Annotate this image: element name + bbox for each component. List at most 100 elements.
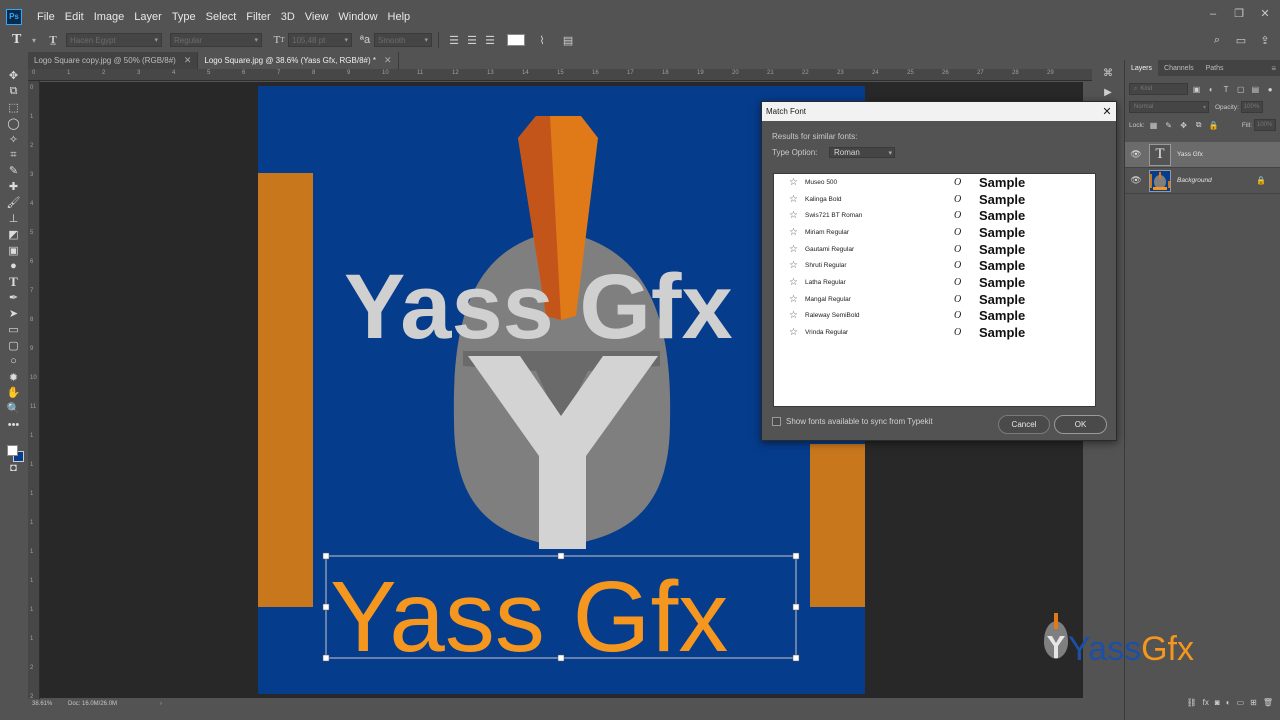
font-row[interactable]: ☆ Museo 500 O Sample (774, 174, 1095, 191)
lasso-tool-icon[interactable]: ◯ (4, 116, 24, 132)
font-row[interactable]: ☆ Gautami Regular O Sample (774, 241, 1095, 258)
close-window-icon[interactable]: ✕ (1258, 8, 1272, 20)
typekit-sync-checkbox[interactable] (772, 417, 781, 426)
chevron-right-icon[interactable]: › (160, 701, 162, 707)
menu-view[interactable]: View (300, 11, 334, 23)
eye-icon[interactable]: 👁 (1129, 175, 1143, 186)
font-row[interactable]: ☆ Kalinga Bold O Sample (774, 191, 1095, 208)
add-mask-icon[interactable]: ◙ (1215, 698, 1220, 707)
font-row[interactable]: ☆ Mangal Regular O Sample (774, 291, 1095, 308)
lock-pixels-icon[interactable]: ✎ (1163, 119, 1175, 131)
text-color-swatch[interactable] (507, 34, 526, 46)
font-style-select[interactable]: Regular ▾ (170, 33, 263, 47)
menu-filter[interactable]: Filter (241, 11, 275, 23)
new-group-icon[interactable]: ▭ (1237, 698, 1245, 707)
kind-filter-select[interactable]: ⌕ Kind (1129, 83, 1188, 95)
more-tools-icon[interactable]: ••• (4, 417, 24, 433)
star-icon[interactable]: ☆ (789, 277, 799, 288)
color-swatches[interactable] (3, 437, 25, 462)
marquee-tool-icon[interactable]: ⬚ (4, 100, 24, 116)
star-icon[interactable]: ☆ (789, 294, 799, 305)
character-panel-icon[interactable]: ▤ (559, 32, 577, 48)
quick-mask-icon[interactable]: ◘ (4, 460, 24, 476)
foreground-color[interactable] (6, 444, 18, 456)
lock-artboard-icon[interactable]: ⧉ (1193, 119, 1205, 131)
toggle-text-orientation-icon[interactable]: T̲ (44, 32, 62, 48)
menu-select[interactable]: Select (201, 11, 242, 23)
ok-button[interactable]: OK (1054, 415, 1107, 434)
menu-3d[interactable]: 3D (276, 11, 300, 23)
font-row[interactable]: ☆ Shruti Regular O Sample (774, 258, 1095, 275)
zoom-tool-icon[interactable]: 🔍 (4, 401, 24, 417)
blend-mode-select[interactable]: Normal ▾ (1129, 101, 1209, 113)
layer-style-icon[interactable]: fx (1203, 698, 1209, 707)
tab-layers[interactable]: Layers (1125, 60, 1159, 76)
tab-paths[interactable]: Paths (1200, 60, 1230, 76)
star-icon[interactable]: ☆ (789, 177, 799, 188)
actions-play-icon[interactable]: ▶ (1104, 87, 1112, 98)
font-family-select[interactable]: Hacen Egypt ▾ (66, 33, 163, 47)
lock-position-icon[interactable]: ✥ (1178, 119, 1190, 131)
font-row[interactable]: ☆ Swis721 BT Roman O Sample (774, 207, 1095, 224)
filter-smart-icon[interactable]: ▤ (1250, 83, 1262, 95)
filter-pixel-icon[interactable]: ▣ (1191, 83, 1203, 95)
filter-adjustment-icon[interactable]: ◐ (1205, 83, 1217, 95)
crop-tool-icon[interactable]: ⌗ (4, 147, 24, 163)
ruler-vertical[interactable]: 0 1 2 3 4 5 6 7 8 9 10 11 1 1 1 1 1 1 1 1 2 2 (28, 81, 40, 699)
tab-logo-square-copy[interactable]: Logo Square copy.jpg @ 50% (RGB/8#) ✕ (28, 52, 199, 69)
antialias-select[interactable]: Smooth ▾ (374, 33, 433, 47)
menu-type[interactable]: Type (167, 11, 201, 23)
star-icon[interactable]: ☆ (789, 310, 799, 321)
font-size-select[interactable]: 105.48 pt ▾ (288, 33, 353, 47)
restore-icon[interactable]: ❐ (1232, 8, 1246, 20)
cancel-button[interactable]: Cancel (998, 415, 1050, 434)
type-tool-icon[interactable]: T (4, 274, 24, 290)
layer-name[interactable]: Yass Gfx (1177, 151, 1276, 158)
eye-icon[interactable]: 👁 (1129, 149, 1143, 160)
tab-channels[interactable]: Channels (1158, 60, 1200, 76)
star-icon[interactable]: ☆ (789, 194, 799, 205)
history-icon[interactable]: ⌘ (1103, 68, 1113, 79)
gradient-tool-icon[interactable]: ▣ (4, 242, 24, 258)
rectangle-tool-icon[interactable]: ▭ (4, 322, 24, 338)
fill-input[interactable]: 100% (1254, 119, 1276, 131)
filter-shape-icon[interactable]: ▢ (1235, 83, 1247, 95)
new-layer-icon[interactable]: ⊞ (1250, 698, 1257, 707)
zoom-level[interactable]: 38.61% (28, 701, 68, 707)
star-icon[interactable]: ☆ (789, 244, 799, 255)
font-row[interactable]: ☆ Latha Regular O Sample (774, 274, 1095, 291)
chevron-down-icon[interactable]: ▾ (32, 36, 36, 45)
star-icon[interactable]: ☆ (789, 227, 799, 238)
minimize-icon[interactable]: – (1206, 8, 1220, 20)
close-tab-icon[interactable]: ✕ (184, 55, 192, 66)
font-row[interactable]: ☆ Raleway SemiBold O Sample (774, 308, 1095, 325)
star-icon[interactable]: ☆ (789, 327, 799, 338)
filter-type-icon[interactable]: T (1220, 83, 1232, 95)
menu-help[interactable]: Help (383, 11, 416, 23)
lock-transparency-icon[interactable]: ▦ (1148, 119, 1160, 131)
custom-shape-icon[interactable]: ✹ (4, 369, 24, 385)
brush-tool-icon[interactable]: 🖌 (4, 195, 24, 211)
similar-fonts-list[interactable]: ☆ Museo 500 O Sample ☆ Kalinga Bold O Sa… (773, 173, 1096, 407)
layer-name[interactable]: Background (1177, 177, 1256, 184)
adjustment-layer-icon[interactable]: ◐ (1226, 698, 1231, 707)
align-center-icon[interactable]: ☰ (463, 32, 481, 48)
pen-tool-icon[interactable]: ✒ (4, 290, 24, 306)
rounded-rect-tool-icon[interactable]: ▢ (4, 338, 24, 354)
search-icon[interactable]: ⌕ (1208, 32, 1226, 48)
menu-layer[interactable]: Layer (129, 11, 167, 23)
close-tab-icon[interactable]: ✕ (384, 55, 392, 66)
warp-text-icon[interactable]: ⌇ (533, 32, 551, 48)
typekit-sync-option[interactable]: Show fonts available to sync from Typeki… (772, 417, 933, 426)
tab-logo-square[interactable]: Logo Square.jpg @ 38.6% (Yass Gfx, RGB/8… (198, 52, 399, 69)
stamp-tool-icon[interactable]: ⊥ (4, 211, 24, 227)
link-layers-icon[interactable]: ⛓ (1187, 698, 1197, 707)
workspace-icon[interactable]: ▭ (1232, 32, 1250, 48)
ellipse-tool-icon[interactable]: ○ (4, 353, 24, 369)
align-left-icon[interactable]: ☰ (445, 32, 463, 48)
layer-yass-gfx[interactable]: 👁 T Yass Gfx (1125, 142, 1280, 168)
font-row[interactable]: ☆ Vrinda Regular O Sample (774, 324, 1095, 341)
artboard-tool-icon[interactable]: ⧉ (4, 84, 24, 100)
path-selection-icon[interactable]: ➤ (4, 306, 24, 322)
dodge-tool-icon[interactable]: ● (4, 258, 24, 274)
